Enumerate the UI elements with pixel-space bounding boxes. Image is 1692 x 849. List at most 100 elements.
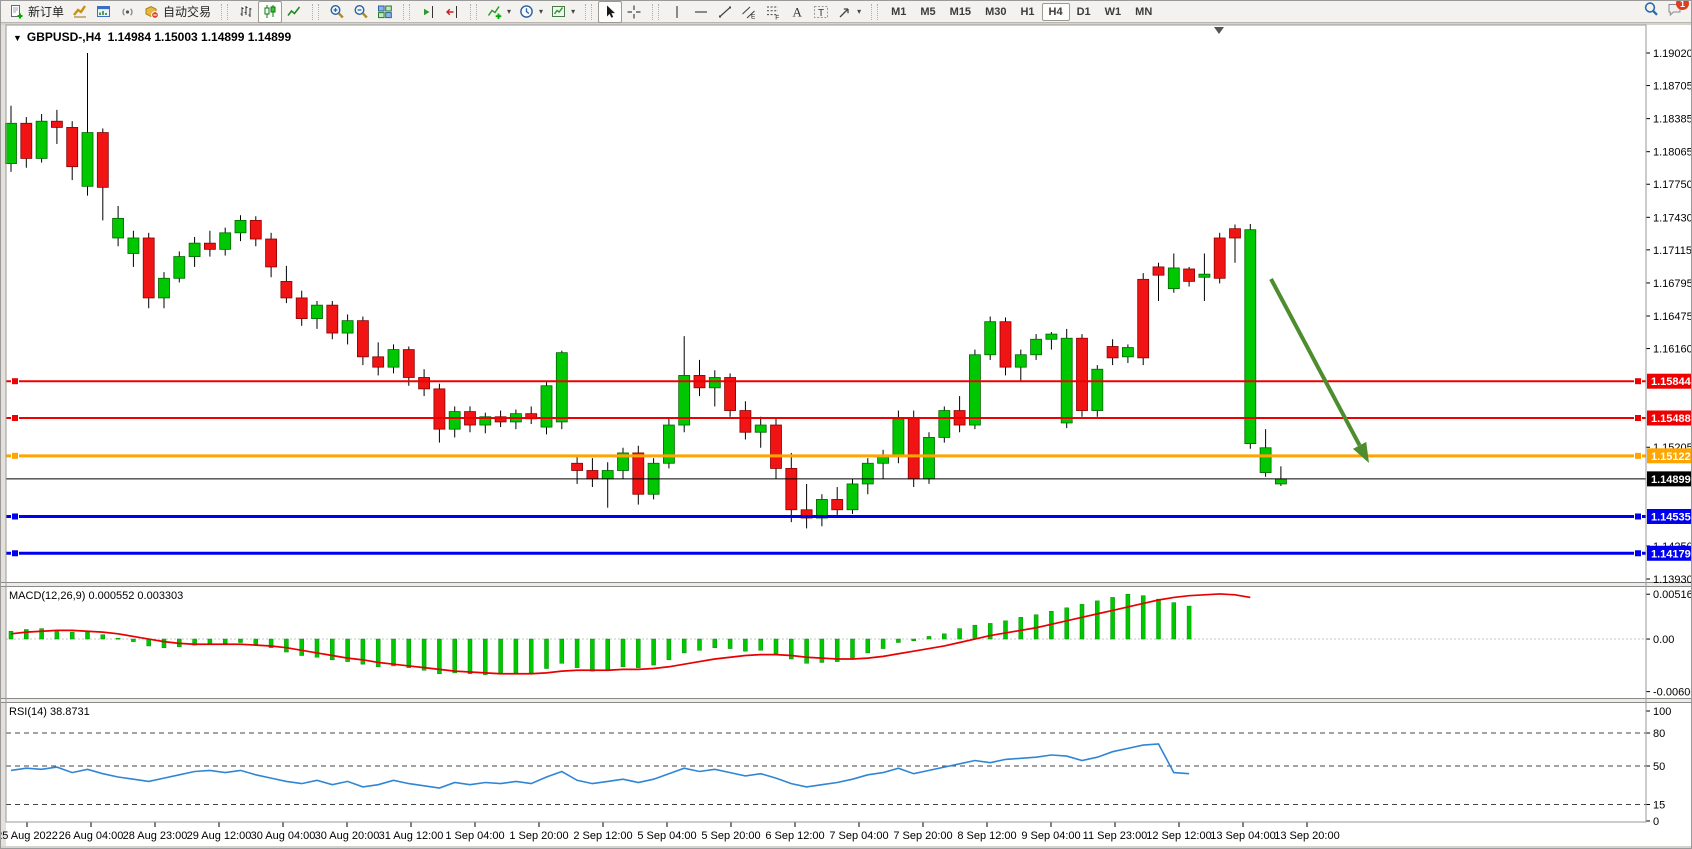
line-handle[interactable] (1635, 415, 1642, 422)
zoom-out-button[interactable] (349, 1, 373, 23)
timeframe-button-d1[interactable]: D1 (1070, 3, 1098, 21)
cursor-button[interactable] (598, 1, 622, 23)
chevron-down-icon[interactable]: ▾ (539, 7, 543, 16)
chart-shift-icon (444, 4, 460, 20)
line-handle[interactable] (12, 550, 19, 557)
candle-bullish (1122, 348, 1133, 357)
timeframe-button-m5[interactable]: M5 (913, 3, 942, 21)
candle-bearish (725, 377, 736, 410)
line-handle[interactable] (12, 415, 19, 422)
shapes-button[interactable]: ▾ (833, 1, 865, 23)
candle-bullish (939, 411, 950, 438)
hline-button[interactable] (689, 1, 713, 23)
price-chart-canvas[interactable]: 1.190201.187051.183851.180651.177501.174… (1, 24, 1692, 849)
candle-bearish (1000, 322, 1011, 367)
autoscroll-icon (420, 4, 436, 20)
candle-bearish (204, 243, 215, 249)
candle-bullish (893, 419, 904, 456)
channel-button[interactable]: E (737, 1, 761, 23)
chevron-down-icon[interactable]: ▾ (857, 7, 861, 16)
line-handle[interactable] (12, 513, 19, 520)
svg-text:A: A (793, 4, 803, 19)
candle-bullish (1275, 479, 1286, 484)
text-icon: A (789, 4, 805, 20)
chart-title: ▼GBPUSD-,H4 1.14984 1.15003 1.14899 1.14… (13, 30, 291, 44)
periods-button[interactable]: ▾ (515, 1, 547, 23)
autoscroll-button[interactable] (416, 1, 440, 23)
line-handle[interactable] (12, 378, 19, 385)
chart-area[interactable]: 1.190201.187051.183851.180651.177501.174… (1, 24, 1692, 849)
line-handle[interactable] (1635, 550, 1642, 557)
timeframe-button-m30[interactable]: M30 (978, 3, 1013, 21)
timeframe-button-h1[interactable]: H1 (1013, 3, 1041, 21)
timeframe-button-w1[interactable]: W1 (1098, 3, 1129, 21)
svg-text:F: F (775, 14, 779, 20)
line-handle[interactable] (1635, 378, 1642, 385)
signal-button[interactable] (116, 1, 140, 23)
macd-axis-label: 0.005166 (1653, 589, 1692, 601)
candle-bearish (67, 127, 78, 166)
timeframe-button-h4[interactable]: H4 (1042, 3, 1070, 21)
candle-bearish (327, 305, 338, 333)
line-handle[interactable] (12, 452, 19, 459)
label-icon: T (813, 4, 829, 20)
toolbar-group (232, 1, 308, 23)
toolbar-button-label: 新订单 (28, 3, 64, 20)
zoom-in-button[interactable] (325, 1, 349, 23)
macd-axis-label: 0.00 (1653, 634, 1674, 646)
timeframe-button-m1[interactable]: M1 (884, 3, 913, 21)
date-axis-label: 7 Sep 04:00 (829, 830, 888, 842)
toolbar-group (323, 1, 399, 23)
bar-chart-button[interactable] (234, 1, 258, 23)
trading-platform-window: 新订单 自动交易 ▾ ▾ ▾ E F AT ▾ M1M5M15M30H1H4D1W1MN 1 1.1… (0, 0, 1692, 849)
chevron-down-icon[interactable]: ▾ (571, 7, 575, 16)
svg-text:1.16795: 1.16795 (1653, 278, 1692, 290)
bar-chart-icon (238, 4, 254, 20)
chevron-down-icon[interactable]: ▼ (13, 33, 22, 43)
chart-window-button[interactable] (92, 1, 116, 23)
chat-button[interactable]: 1 (1667, 1, 1683, 22)
text-button[interactable]: A (785, 1, 809, 23)
date-axis-label: 7 Sep 20:00 (893, 830, 952, 842)
tile-windows-button[interactable] (373, 1, 397, 23)
channel-icon: E (741, 4, 757, 20)
candle-bearish (419, 377, 430, 388)
indicators-button[interactable]: ▾ (483, 1, 515, 23)
timeframe-button-mn[interactable]: MN (1128, 3, 1159, 21)
chevron-down-icon[interactable]: ▾ (507, 7, 511, 16)
chart-window-icon (96, 4, 112, 20)
timeframe-button-m15[interactable]: M15 (943, 3, 978, 21)
crosshair-button[interactable] (622, 1, 646, 23)
templates-icon (551, 4, 567, 20)
market-watch-icon (72, 4, 88, 20)
chart-shift-button[interactable] (440, 1, 464, 23)
notification-badge: 1 (1676, 0, 1689, 10)
timeframe-toolbar: M1M5M15M30H1H4D1W1MN (882, 1, 1161, 23)
candle-chart-button[interactable] (258, 1, 282, 23)
panel-splitter[interactable] (1, 699, 1692, 703)
indicators-icon (487, 4, 503, 20)
hline-icon (693, 4, 709, 20)
line-handle[interactable] (1635, 513, 1642, 520)
svg-text:1.17430: 1.17430 (1653, 212, 1692, 224)
fibo-button[interactable]: F (761, 1, 785, 23)
autotrade-icon (144, 4, 160, 20)
search-button[interactable] (1643, 1, 1659, 22)
price-tag-label: 1.15122 (1651, 451, 1691, 463)
candle-bullish (82, 133, 93, 187)
market-watch-button[interactable] (68, 1, 92, 23)
trendline-button[interactable] (713, 1, 737, 23)
candle-bullish (342, 321, 353, 333)
label-button[interactable]: T (809, 1, 833, 23)
line-chart-button[interactable] (282, 1, 306, 23)
toolbar-separator (871, 4, 878, 20)
line-chart-icon (286, 4, 302, 20)
vline-button[interactable] (665, 1, 689, 23)
candle-bullish (128, 238, 139, 254)
templates-button[interactable]: ▾ (547, 1, 579, 23)
panel-splitter[interactable] (1, 583, 1692, 587)
candle-bullish (189, 243, 200, 256)
autotrade-button[interactable]: 自动交易 (140, 1, 215, 23)
line-handle[interactable] (1635, 452, 1642, 459)
new-order-button[interactable]: 新订单 (5, 1, 68, 23)
